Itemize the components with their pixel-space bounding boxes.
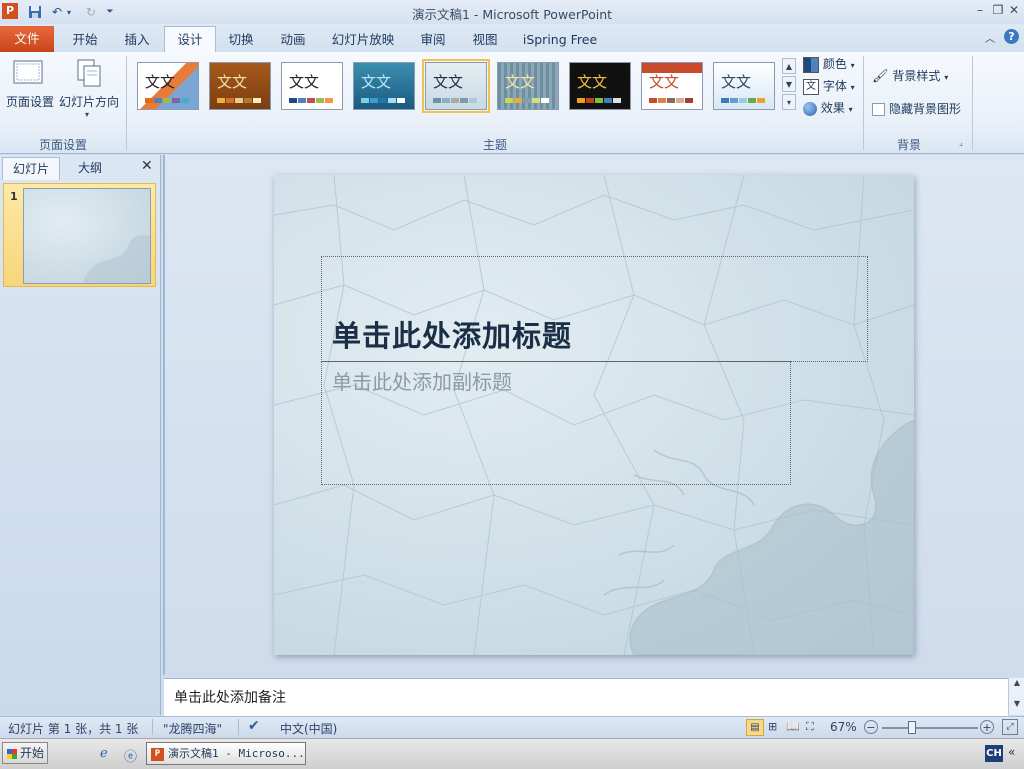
notes-pane[interactable]: 单击此处添加备注 bbox=[164, 678, 1008, 716]
close-icon[interactable]: ✕ bbox=[1006, 2, 1022, 18]
slide-count-status: 幻灯片 第 1 张，共 1 张 bbox=[8, 722, 139, 736]
minimize-ribbon-icon[interactable]: ︿ bbox=[985, 30, 995, 45]
theme-thumbnail-2[interactable]: 文文 bbox=[209, 62, 271, 110]
title-placeholder-text: 单击此处添加标题 bbox=[332, 319, 573, 353]
theme-thumbnail-9[interactable]: 文文 bbox=[713, 62, 775, 110]
chevron-down-icon: ▾ bbox=[850, 61, 855, 70]
gallery-scroll-down-icon[interactable]: ▼ bbox=[782, 76, 796, 92]
notes-placeholder: 单击此处添加备注 bbox=[174, 690, 286, 706]
tab-home[interactable]: 开始 bbox=[64, 27, 106, 52]
tray-expand-icon[interactable]: « bbox=[1008, 745, 1015, 759]
notes-scrollbar[interactable]: ▲ ▼ bbox=[1008, 678, 1024, 715]
scroll-down-icon[interactable]: ▼ bbox=[1009, 699, 1024, 708]
browser-icon[interactable]: ℯ bbox=[100, 746, 108, 761]
theme-thumbnail-4[interactable]: 文文 bbox=[353, 62, 415, 110]
normal-view-icon[interactable]: ▤ bbox=[746, 719, 764, 736]
dialog-launcher-icon[interactable]: ⌟ bbox=[959, 138, 963, 147]
chevron-down-icon: ▾ bbox=[848, 105, 853, 114]
chevron-down-icon: ▾ bbox=[850, 83, 855, 92]
language-status[interactable]: 中文(中国) bbox=[280, 720, 337, 737]
effects-icon bbox=[803, 101, 817, 116]
zoom-out-icon[interactable]: − bbox=[864, 720, 878, 734]
subtitle-placeholder-text: 单击此处添加副标题 bbox=[332, 370, 512, 394]
status-divider bbox=[238, 719, 239, 735]
window-title: 演示文稿1 - Microsoft PowerPoint bbox=[411, 7, 613, 22]
palette-icon bbox=[803, 56, 819, 73]
gallery-more-icon[interactable]: ▾ bbox=[782, 94, 796, 110]
slide-number: 1 bbox=[10, 190, 18, 203]
help-icon[interactable]: ? bbox=[1004, 29, 1019, 44]
tab-animations[interactable]: 动画 bbox=[272, 27, 314, 52]
dragon-thumbnail-icon bbox=[84, 235, 150, 283]
spell-check-icon[interactable]: ✔ bbox=[248, 718, 260, 734]
theme-thumbnail-5-selected[interactable]: 文文 bbox=[422, 59, 490, 113]
scroll-up-icon[interactable]: ▲ bbox=[1009, 678, 1024, 687]
fit-to-window-icon[interactable]: ⤢ bbox=[1002, 719, 1018, 735]
gallery-scroll-up-icon[interactable]: ▲ bbox=[782, 58, 796, 74]
zoom-slider-track[interactable] bbox=[882, 727, 978, 729]
tab-ispring[interactable]: iSpring Free bbox=[518, 27, 602, 52]
slide-thumbnail-image bbox=[23, 188, 151, 284]
slideshow-view-icon[interactable]: ⛶ bbox=[806, 720, 814, 734]
close-pane-icon[interactable]: ✕ bbox=[141, 158, 153, 174]
title-bar: P ↶ ▾ ↻ ⏷ 演示文稿1 - Microsoft PowerPoint –… bbox=[0, 0, 1024, 24]
minimize-icon[interactable]: – bbox=[972, 2, 988, 18]
theme-thumbnail-6[interactable]: 文文 bbox=[497, 62, 559, 110]
zoom-in-icon[interactable]: + bbox=[980, 720, 994, 734]
theme-thumbnail-3[interactable]: 文文 bbox=[281, 62, 343, 110]
paint-bucket-icon: 🖌 bbox=[872, 69, 889, 84]
tab-outline[interactable]: 大纲 bbox=[62, 157, 118, 179]
chevron-down-icon: ▾ bbox=[944, 73, 949, 82]
theme-effects-menu[interactable]: 效果 ▾ bbox=[803, 98, 853, 118]
font-icon: 文 bbox=[803, 78, 819, 95]
windows-logo-icon bbox=[7, 748, 17, 759]
tab-slides[interactable]: 幻灯片 bbox=[2, 157, 60, 180]
slide-orientation-button[interactable]: 幻灯片方向 bbox=[58, 93, 120, 110]
taskbar: 开始 ℯ ⓔ P 演示文稿1 - Microso... CH « bbox=[0, 738, 1024, 769]
ie-icon[interactable]: ⓔ bbox=[124, 746, 137, 765]
subtitle-placeholder[interactable]: 单击此处添加副标题 bbox=[321, 361, 791, 485]
group-label-page-setup: 页面设置 bbox=[38, 138, 87, 152]
title-placeholder[interactable]: 单击此处添加标题 bbox=[321, 256, 868, 362]
theme-fonts-menu[interactable]: 文 字体 ▾ bbox=[803, 76, 855, 96]
ribbon-tab-row: 文件 开始 插入 设计 切换 动画 幻灯片放映 审阅 视图 iSpring Fr… bbox=[0, 24, 1024, 53]
theme-thumbnail-1[interactable]: 文文 bbox=[137, 62, 199, 110]
theme-thumbnail-8[interactable]: 文文 bbox=[641, 62, 703, 110]
restore-icon[interactable]: ❐ bbox=[990, 2, 1006, 18]
start-button[interactable]: 开始 bbox=[2, 742, 48, 764]
tab-insert[interactable]: 插入 bbox=[116, 27, 158, 52]
group-label-themes: 主题 bbox=[482, 138, 507, 152]
reading-view-icon[interactable]: 📖 bbox=[786, 720, 800, 733]
powerpoint-icon: P bbox=[151, 747, 164, 761]
hide-background-graphics-checkbox[interactable]: 隐藏背景图形 bbox=[872, 99, 961, 119]
chevron-down-icon[interactable]: ▾ bbox=[85, 110, 89, 119]
slide-sorter-view-icon[interactable]: ⊞ bbox=[768, 720, 777, 733]
pane-splitter[interactable] bbox=[163, 155, 165, 675]
tab-transitions[interactable]: 切换 bbox=[220, 27, 262, 52]
zoom-level[interactable]: 67% bbox=[830, 720, 857, 734]
page-setup-button[interactable]: 页面设置 bbox=[2, 93, 58, 110]
tab-design[interactable]: 设计 bbox=[164, 26, 216, 53]
slide-canvas[interactable]: 单击此处添加标题 单击此处添加副标题 bbox=[274, 175, 914, 655]
tab-slideshow[interactable]: 幻灯片放映 bbox=[326, 27, 400, 52]
theme-colors-menu[interactable]: 颜色 ▾ bbox=[803, 54, 855, 74]
status-bar: 幻灯片 第 1 张，共 1 张 "龙腾四海" ✔ 中文(中国) ▤ ⊞ 📖 ⛶ … bbox=[0, 716, 1024, 739]
taskbar-item-powerpoint[interactable]: P 演示文稿1 - Microso... bbox=[146, 742, 306, 765]
group-label-background: 背景 bbox=[896, 138, 921, 152]
page-setup-icon[interactable] bbox=[10, 58, 46, 88]
status-divider bbox=[152, 719, 153, 735]
ime-indicator[interactable]: CH bbox=[985, 745, 1003, 762]
group-divider bbox=[972, 56, 973, 150]
tab-file[interactable]: 文件 bbox=[0, 26, 54, 52]
background-styles-menu[interactable]: 🖌 背景样式 ▾ bbox=[872, 66, 948, 86]
checkbox-icon bbox=[872, 103, 885, 116]
tab-review[interactable]: 审阅 bbox=[412, 27, 454, 52]
theme-name-status: "龙腾四海" bbox=[163, 722, 223, 736]
theme-thumbnail-7[interactable]: 文文 bbox=[569, 62, 631, 110]
zoom-slider-thumb[interactable] bbox=[908, 721, 916, 734]
slide-orientation-icon[interactable] bbox=[74, 58, 104, 88]
tab-view[interactable]: 视图 bbox=[464, 27, 506, 52]
